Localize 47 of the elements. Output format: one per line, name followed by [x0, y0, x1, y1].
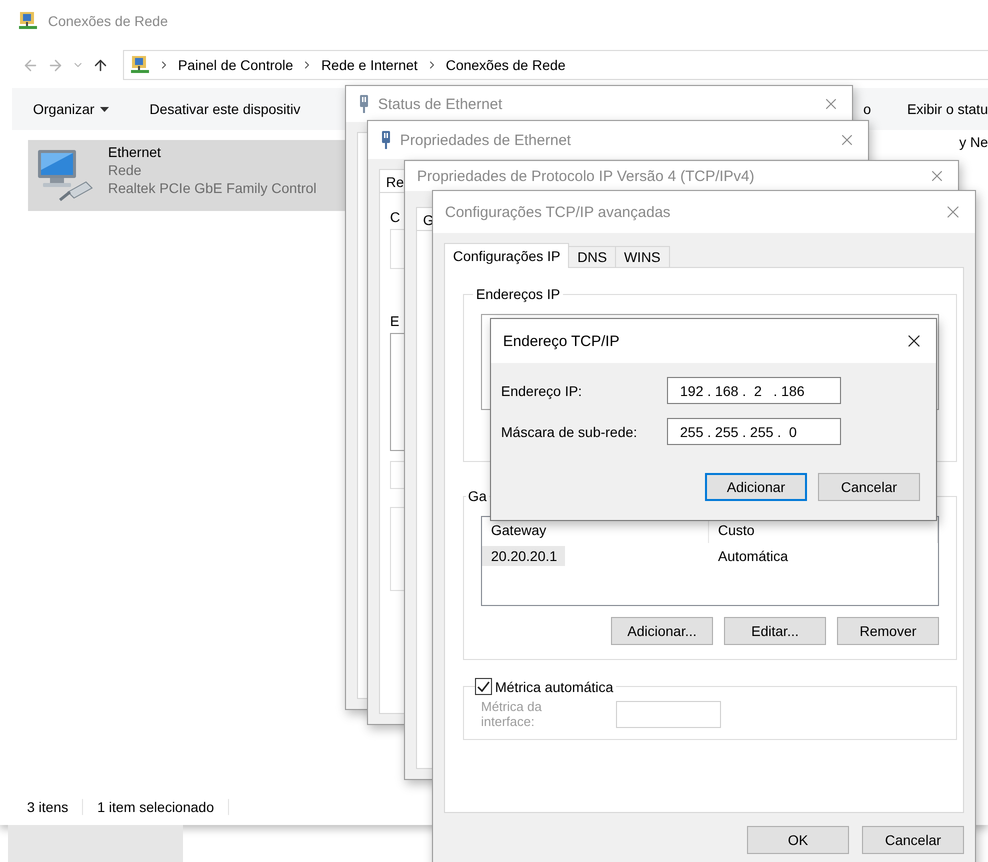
dialog-button[interactable]: Remover [837, 617, 939, 645]
field-label: C [390, 209, 400, 225]
network-name: Rede [108, 162, 142, 178]
dialog-title: Configurações TCP/IP avançadas [445, 204, 672, 220]
dialog-button[interactable]: Adicionar... [611, 617, 713, 645]
plug-icon [358, 94, 370, 114]
breadcrumb-item[interactable]: Painel de Controle [178, 57, 294, 73]
toolbar-button[interactable]: Desativar este dispositiv [149, 101, 300, 117]
ip-address-field[interactable]: 192 . 168 . 2 . 186 [667, 377, 841, 404]
dialog-button[interactable]: Adicionar [705, 473, 807, 501]
connection-name: Ethernet [108, 144, 162, 160]
status-text: 1 item selecionado [97, 799, 229, 815]
field-label: Máscara de sub-rede: [501, 424, 638, 440]
tab[interactable]: Configurações IP [444, 243, 570, 268]
network-folder-icon [130, 55, 150, 75]
address-bar[interactable]: Painel de Controle Rede e Internet Conexões de Rede [123, 50, 988, 80]
window-title: Conexões de Rede [48, 13, 168, 29]
caret-icon [100, 106, 110, 112]
dialog-title: Status de Ethernet [378, 96, 504, 112]
status-text: 3 itens [27, 799, 84, 815]
dialog-title: Endereço TCP/IP [503, 332, 620, 350]
dialog-button[interactable]: OK [747, 826, 849, 854]
table-cell[interactable]: 20.20.20.1 [482, 546, 566, 566]
dialog-title: Propriedades de Ethernet [400, 132, 572, 148]
ip-address-field[interactable]: 255 . 255 . 255 . 0 [667, 418, 841, 445]
field-label: Endereço IP: [501, 382, 583, 398]
dialog-button[interactable]: Editar... [724, 617, 826, 645]
toolbar-button[interactable]: o [863, 101, 872, 117]
breadcrumb-item[interactable]: Conexões de Rede [446, 57, 566, 73]
toolbar-button[interactable]: Exibir o statu [907, 101, 988, 117]
group-label: Endereços IP [475, 286, 562, 302]
dialog-button[interactable]: Cancelar [818, 473, 920, 501]
plug-icon [380, 130, 392, 150]
breadcrumb-item[interactable]: Rede e Internet [321, 57, 418, 73]
organize-menu[interactable]: Organizar [33, 101, 110, 117]
connection-item[interactable]: Ethernet Rede Realtek PCIe GbE Family Control [28, 140, 345, 211]
checkbox-label: Métrica automática [495, 678, 614, 694]
table-cell[interactable]: Automática [709, 546, 796, 566]
dialog-title: Propriedades de Protocolo IP Versão 4 (TCP/IPv4) [417, 168, 756, 184]
network-folder-icon [18, 11, 38, 31]
field-label: E [390, 313, 400, 329]
device-name: Realtek PCIe GbE Family Control [108, 180, 317, 196]
group-label: Ga [467, 488, 488, 504]
field-label: Métrica da interface: [481, 699, 543, 729]
dialog-button[interactable]: Cancelar [862, 826, 964, 854]
connection-name[interactable]: y Ne [959, 134, 988, 150]
tab[interactable]: WINS [614, 246, 670, 268]
